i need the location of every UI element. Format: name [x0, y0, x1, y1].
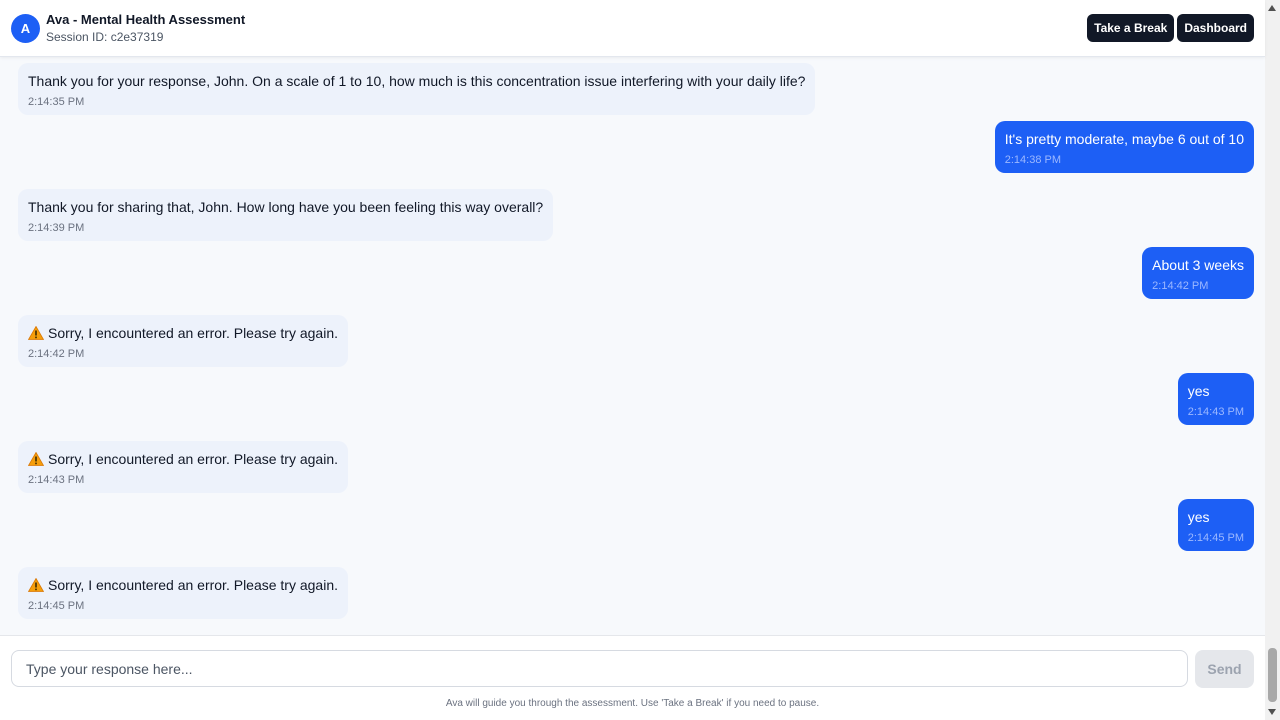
message-text: yes — [1187, 383, 1210, 399]
avatar: A — [11, 13, 40, 43]
message-time: 2:14:43 PM — [28, 474, 85, 486]
ai-error-message: Sorry, I encountered an error. Please tr… — [18, 567, 349, 619]
message-time: 2:14:35 PM — [28, 96, 85, 108]
composer: Send Ava will guide you through the asse… — [0, 635, 1265, 720]
message-time: 2:14:45 PM — [28, 600, 85, 612]
ai-error-message: Sorry, I encountered an error. Please tr… — [18, 315, 349, 367]
message-time: 2:14:45 PM — [1187, 532, 1244, 544]
message-text: Thank you for your response, John. On a … — [28, 73, 806, 89]
message-text: About 3 weeks — [1152, 257, 1244, 273]
header-identity: A Ava - Mental Health Assessment Session… — [11, 11, 245, 46]
send-button[interactable]: Send — [1195, 650, 1254, 688]
message-text-row: Sorry, I encountered an error. Please tr… — [28, 324, 338, 342]
chat-messages[interactable]: Thank you for your response, John. On a … — [0, 57, 1265, 635]
user-message: yes 2:14:45 PM — [1177, 499, 1254, 551]
response-input[interactable] — [11, 650, 1188, 687]
message-time: 2:14:38 PM — [1004, 154, 1062, 166]
user-message: yes 2:14:43 PM — [1177, 373, 1254, 425]
header: A Ava - Mental Health Assessment Session… — [0, 0, 1265, 57]
scroll-down-icon[interactable] — [1268, 709, 1276, 715]
message-text: Sorry, I encountered an error. Please tr… — [48, 325, 339, 341]
message-time: 2:14:42 PM — [1152, 280, 1209, 292]
session-id: Session ID: c2e37319 — [46, 29, 164, 44]
message-text: Sorry, I encountered an error. Please tr… — [48, 451, 339, 467]
message-text: Sorry, I encountered an error. Please tr… — [48, 577, 339, 593]
message-text: yes — [1187, 509, 1210, 525]
scroll-up-icon[interactable] — [1268, 5, 1276, 11]
warning-icon — [28, 326, 44, 340]
message-text: Thank you for sharing that, John. How lo… — [28, 199, 544, 215]
ai-message: Thank you for your response, John. On a … — [18, 63, 816, 115]
page-title: Ava - Mental Health Assessment — [46, 11, 246, 27]
message-text-row: Sorry, I encountered an error. Please tr… — [28, 450, 338, 468]
message-time: 2:14:42 PM — [28, 348, 85, 360]
footer-hint: Ava will guide you through the assessmen… — [445, 698, 820, 709]
take-break-button[interactable]: Take a Break — [1087, 14, 1175, 42]
scrollbar[interactable] — [1265, 0, 1280, 720]
user-message: About 3 weeks 2:14:42 PM — [1142, 247, 1254, 299]
header-actions: Take a Break Dashboard — [1087, 14, 1254, 42]
header-text: Ava - Mental Health Assessment Session I… — [46, 11, 245, 46]
warning-icon — [28, 452, 44, 466]
warning-icon — [28, 578, 44, 592]
dashboard-button[interactable]: Dashboard — [1177, 14, 1254, 42]
scroll-thumb[interactable] — [1268, 648, 1277, 702]
message-text-row: Sorry, I encountered an error. Please tr… — [28, 576, 338, 594]
message-time: 2:14:39 PM — [28, 222, 85, 234]
app: A Ava - Mental Health Assessment Session… — [0, 0, 1280, 720]
user-message: It's pretty moderate, maybe 6 out of 10 … — [994, 121, 1254, 173]
ai-error-message: Sorry, I encountered an error. Please tr… — [18, 441, 349, 493]
message-time: 2:14:43 PM — [1187, 406, 1244, 418]
message-text: It's pretty moderate, maybe 6 out of 10 — [1004, 131, 1244, 147]
ai-message: Thank you for sharing that, John. How lo… — [18, 189, 554, 241]
